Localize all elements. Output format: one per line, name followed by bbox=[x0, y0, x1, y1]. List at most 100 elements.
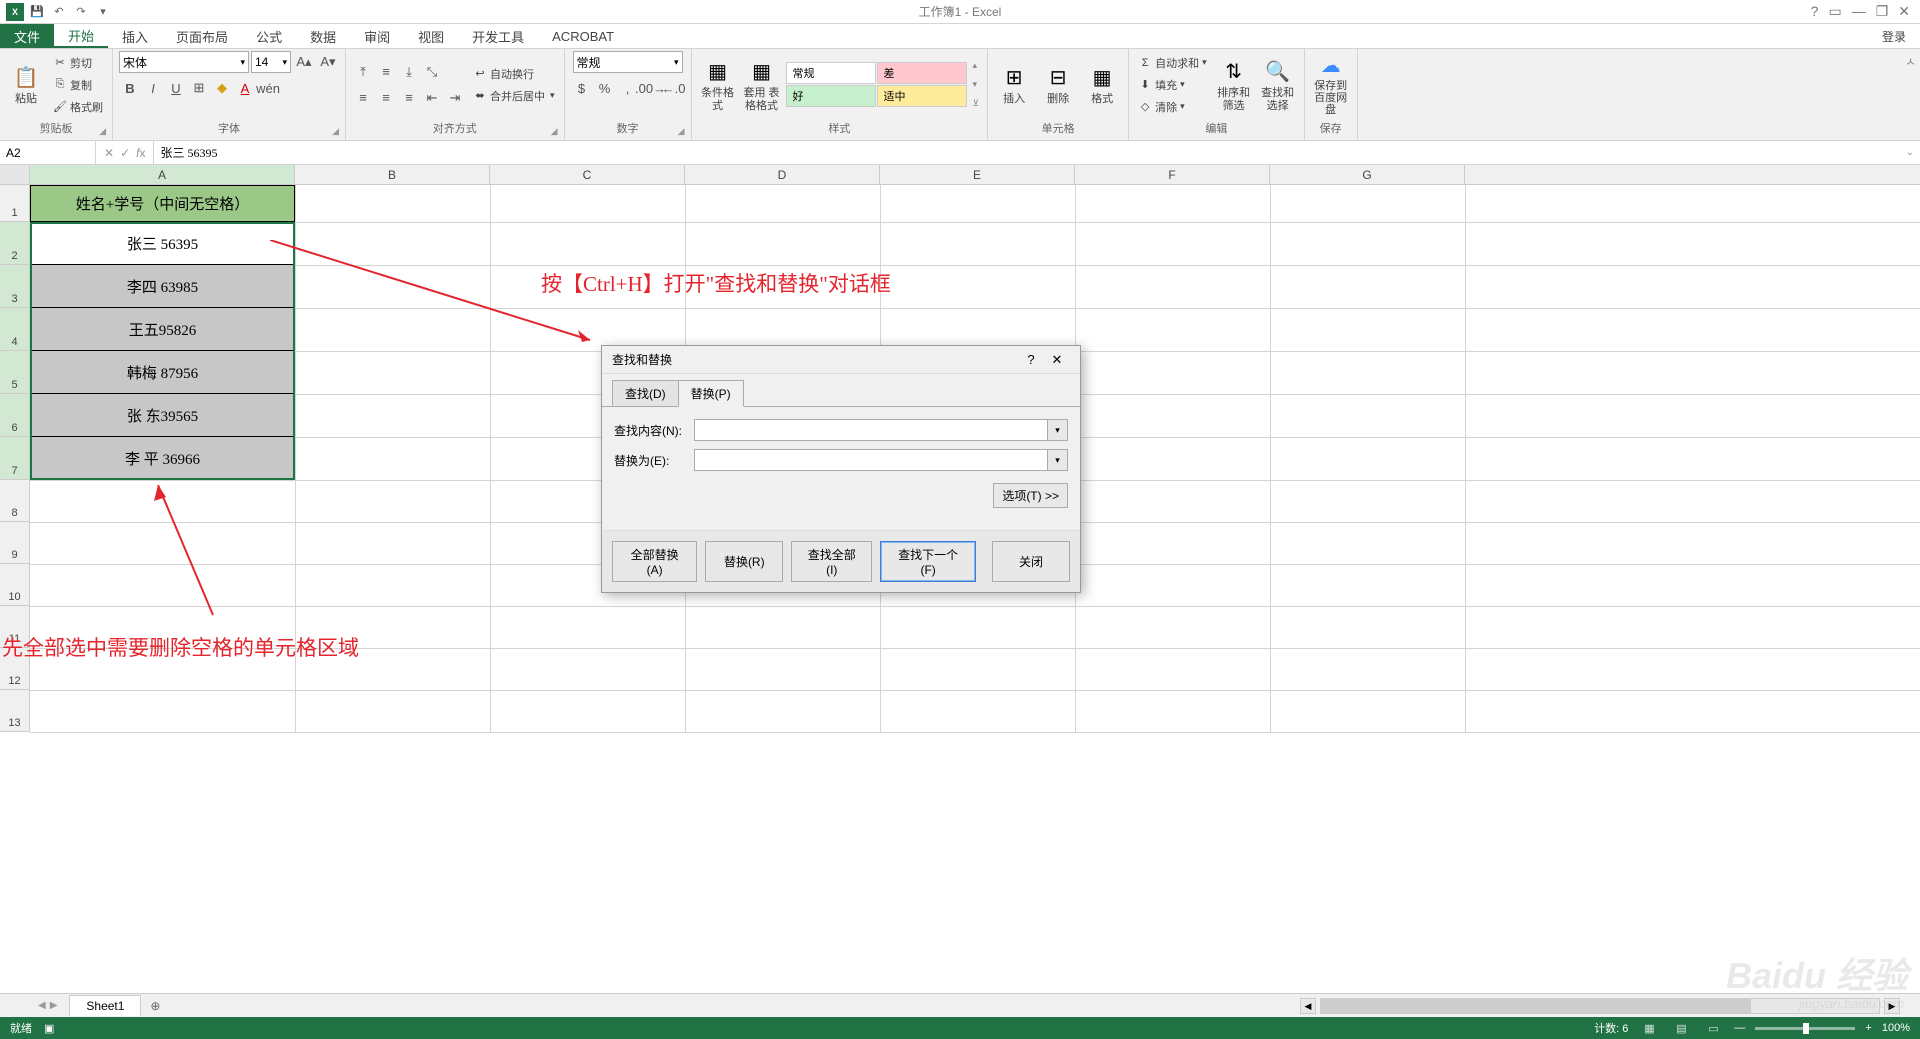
wrap-text-button[interactable]: ↩自动换行 bbox=[470, 64, 558, 84]
qat-save[interactable]: 💾 bbox=[28, 3, 46, 21]
decrease-font-icon[interactable]: A▾ bbox=[317, 51, 339, 73]
collapse-ribbon-icon[interactable]: ㅅ bbox=[1901, 49, 1920, 140]
name-box[interactable]: A2 bbox=[0, 141, 96, 164]
number-format-select[interactable]: 常规▾ bbox=[573, 51, 683, 73]
row-header-1[interactable]: 1 bbox=[0, 185, 30, 222]
data-cell-6[interactable]: 李 平 36966 bbox=[30, 437, 295, 480]
find-input[interactable] bbox=[694, 419, 1048, 441]
find-next-button[interactable]: 查找下一个(F) bbox=[880, 541, 976, 582]
zoom-slider[interactable] bbox=[1755, 1027, 1855, 1030]
hscroll-thumb[interactable] bbox=[1321, 999, 1751, 1013]
tab-acrobat[interactable]: ACROBAT bbox=[538, 24, 628, 48]
replace-all-button[interactable]: 全部替换(A) bbox=[612, 541, 697, 582]
number-launcher[interactable]: ◢ bbox=[678, 126, 685, 137]
dec-decimal-icon[interactable]: ←.0 bbox=[663, 77, 685, 99]
tab-data[interactable]: 数据 bbox=[296, 24, 350, 48]
tab-formulas[interactable]: 公式 bbox=[242, 24, 296, 48]
tab-home[interactable]: 开始 bbox=[54, 24, 108, 48]
align-top-icon[interactable]: ⤒ bbox=[352, 61, 374, 83]
percent-icon[interactable]: % bbox=[594, 77, 616, 99]
sheet-nav-prev-icon[interactable]: ◀ bbox=[38, 1000, 46, 1011]
row-header-8[interactable]: 8 bbox=[0, 480, 30, 522]
copy-button[interactable]: ⎘复制 bbox=[50, 75, 106, 95]
options-button[interactable]: 选项(T) >> bbox=[993, 483, 1068, 508]
data-cell-5[interactable]: 张 东39565 bbox=[30, 394, 295, 437]
autosum-button[interactable]: Σ自动求和▾ bbox=[1135, 53, 1210, 73]
paste-button[interactable]: 📋 粘贴 bbox=[6, 53, 46, 117]
tab-layout[interactable]: 页面布局 bbox=[162, 24, 242, 48]
view-normal-icon[interactable]: ▦ bbox=[1638, 1019, 1660, 1037]
tab-file[interactable]: 文件 bbox=[0, 24, 54, 48]
format-button[interactable]: ▦格式 bbox=[1082, 53, 1122, 117]
row-header-2[interactable]: 2 bbox=[0, 222, 30, 265]
enter-icon[interactable]: ✓ bbox=[120, 146, 130, 160]
align-right-icon[interactable]: ≡ bbox=[398, 87, 420, 109]
replace-input[interactable] bbox=[694, 449, 1048, 471]
view-layout-icon[interactable]: ▤ bbox=[1670, 1019, 1692, 1037]
align-bottom-icon[interactable]: ⤓ bbox=[398, 61, 420, 83]
row-header-13[interactable]: 13 bbox=[0, 690, 30, 732]
find-all-button[interactable]: 查找全部(I) bbox=[791, 541, 872, 582]
login-link[interactable]: 登录 bbox=[1868, 24, 1920, 48]
find-dropdown-icon[interactable]: ▾ bbox=[1048, 419, 1068, 441]
dialog-close-icon[interactable]: ✕ bbox=[1044, 352, 1070, 368]
fill-color-button[interactable]: ◆ bbox=[211, 77, 233, 99]
close-button[interactable]: 关闭 bbox=[992, 541, 1070, 582]
col-header-g[interactable]: G bbox=[1270, 165, 1465, 184]
ribbon-toggle-icon[interactable]: ▭ bbox=[1828, 3, 1841, 20]
sheet-tab-1[interactable]: Sheet1 bbox=[69, 995, 141, 1016]
hscroll-left-icon[interactable]: ◀ bbox=[1300, 998, 1316, 1014]
cancel-icon[interactable]: ✕ bbox=[104, 146, 114, 160]
increase-font-icon[interactable]: A▴ bbox=[293, 51, 315, 73]
hscroll-track[interactable] bbox=[1320, 998, 1880, 1014]
phonetic-button[interactable]: wén bbox=[257, 77, 279, 99]
add-sheet-button[interactable]: ⊕ bbox=[145, 996, 165, 1016]
col-header-b[interactable]: B bbox=[295, 165, 490, 184]
align-left-icon[interactable]: ≡ bbox=[352, 87, 374, 109]
select-all-corner[interactable] bbox=[0, 165, 30, 184]
qat-customize[interactable]: ▾ bbox=[94, 3, 112, 21]
tab-find[interactable]: 查找(D) bbox=[612, 380, 679, 407]
clipboard-launcher[interactable]: ◢ bbox=[99, 126, 106, 137]
data-cell-1[interactable]: 张三 56395 bbox=[30, 222, 295, 265]
font-size-select[interactable]: 14▾ bbox=[251, 51, 291, 73]
inc-decimal-icon[interactable]: .00→ bbox=[640, 77, 662, 99]
header-cell[interactable]: 姓名+学号（中间无空格） bbox=[30, 185, 295, 222]
clear-button[interactable]: ◇清除▾ bbox=[1135, 97, 1210, 117]
row-header-3[interactable]: 3 bbox=[0, 265, 30, 308]
font-color-button[interactable]: A bbox=[234, 77, 256, 99]
expand-fb-icon[interactable]: ⌄ bbox=[1900, 147, 1920, 158]
merge-button[interactable]: ⬌合并后居中▾ bbox=[470, 86, 558, 106]
bold-button[interactable]: B bbox=[119, 77, 141, 99]
tab-developer[interactable]: 开发工具 bbox=[458, 24, 538, 48]
find-select-button[interactable]: 🔍查找和选择 bbox=[1258, 53, 1298, 117]
replace-dropdown-icon[interactable]: ▾ bbox=[1048, 449, 1068, 471]
help-icon[interactable]: ? bbox=[1811, 3, 1819, 20]
qat-redo[interactable]: ↷ bbox=[72, 3, 90, 21]
row-header-5[interactable]: 5 bbox=[0, 351, 30, 394]
hscroll-right-icon[interactable]: ▶ bbox=[1884, 998, 1900, 1014]
style-neutral[interactable]: 适中 bbox=[877, 85, 967, 107]
currency-icon[interactable]: $ bbox=[571, 77, 593, 99]
tab-insert[interactable]: 插入 bbox=[108, 24, 162, 48]
indent-inc-icon[interactable]: ⇥ bbox=[444, 87, 466, 109]
italic-button[interactable]: I bbox=[142, 77, 164, 99]
gallery-down-icon[interactable]: ▾ bbox=[973, 79, 980, 90]
border-button[interactable]: ⊞ bbox=[188, 77, 210, 99]
tab-review[interactable]: 审阅 bbox=[350, 24, 404, 48]
col-header-e[interactable]: E bbox=[880, 165, 1075, 184]
table-format-button[interactable]: ▦套用 表格格式 bbox=[742, 53, 782, 117]
align-middle-icon[interactable]: ≡ bbox=[375, 61, 397, 83]
col-header-c[interactable]: C bbox=[490, 165, 685, 184]
indent-dec-icon[interactable]: ⇤ bbox=[421, 87, 443, 109]
data-cell-2[interactable]: 李四 63985 bbox=[30, 265, 295, 308]
qat-undo[interactable]: ↶ bbox=[50, 3, 68, 21]
tab-replace[interactable]: 替换(P) bbox=[678, 380, 744, 407]
font-launcher[interactable]: ◢ bbox=[332, 126, 339, 137]
sort-filter-button[interactable]: ⇅排序和筛选 bbox=[1214, 53, 1254, 117]
underline-button[interactable]: U bbox=[165, 77, 187, 99]
row-header-4[interactable]: 4 bbox=[0, 308, 30, 351]
data-cell-3[interactable]: 王五95826 bbox=[30, 308, 295, 351]
view-pagebreak-icon[interactable]: ▭ bbox=[1702, 1019, 1724, 1037]
row-header-6[interactable]: 6 bbox=[0, 394, 30, 437]
